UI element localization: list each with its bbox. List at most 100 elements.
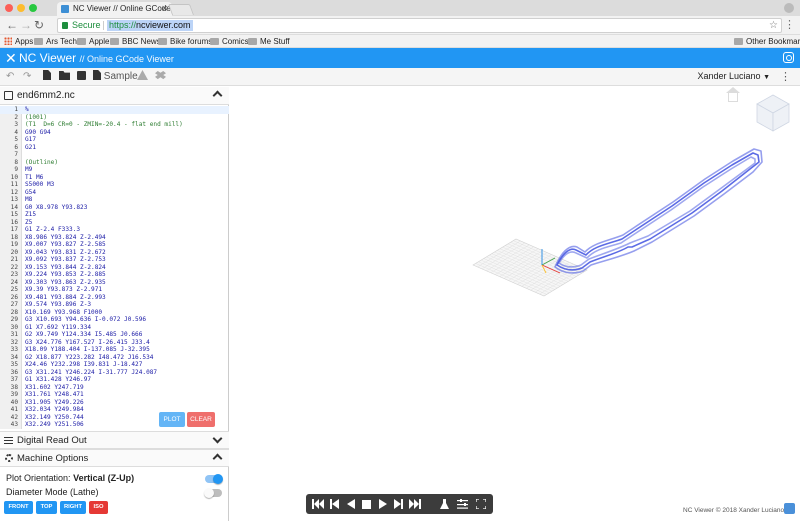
toolpath-viewer[interactable] — [230, 87, 800, 521]
chevron-up-icon[interactable] — [212, 90, 223, 101]
code-line[interactable]: 1% — [0, 106, 229, 114]
bookmark-apple[interactable]: Apple — [77, 35, 109, 48]
bookmark-bike-forums[interactable]: Bike forums — [158, 35, 212, 48]
flask-icon[interactable] — [440, 499, 449, 509]
bookmark-comics[interactable]: Comics — [210, 35, 249, 48]
code-line[interactable]: 15 Z15 — [0, 211, 229, 219]
url-input[interactable]: Secure https://ncviewer.com ☆ — [57, 18, 782, 33]
maximize-window-icon[interactable] — [29, 4, 37, 12]
forward-icon[interactable]: → — [20, 18, 32, 33]
view-iso-button[interactable]: ISO — [89, 501, 108, 514]
code-line[interactable]: 26 X9.481 Y93.884 Z-2.993 — [0, 294, 229, 302]
code-line[interactable]: 12 G54 — [0, 189, 229, 197]
dro-section-header[interactable]: Digital Read Out — [0, 431, 229, 449]
fullscreen-icon[interactable] — [476, 499, 486, 509]
stop-icon[interactable] — [362, 499, 371, 509]
new-file-icon[interactable] — [43, 70, 51, 84]
minimize-window-icon[interactable] — [17, 4, 25, 12]
plot-button[interactable]: PLOT — [159, 412, 185, 427]
code-line[interactable]: 30 G1 X7.692 Y119.334 — [0, 324, 229, 332]
code-line[interactable]: 25 X9.39 Y93.873 Z-2.971 — [0, 286, 229, 294]
step-back-icon[interactable] — [330, 499, 339, 509]
save-icon[interactable] — [77, 70, 86, 84]
bookmark-ars-tech[interactable]: Ars Tech — [34, 35, 77, 48]
code-line[interactable]: 11 S5000 M3 — [0, 181, 229, 189]
code-line[interactable]: 37 G1 X31.428 Y246.97 — [0, 376, 229, 384]
sliders-icon[interactable] — [457, 499, 468, 509]
chevron-down-icon[interactable] — [212, 433, 223, 444]
code-line[interactable]: 14 G0 X8.978 Y93.823 — [0, 204, 229, 212]
bookmark-apps[interactable]: Apps — [4, 35, 33, 48]
undo-icon[interactable]: ↶ — [6, 70, 14, 84]
browser-menu-icon[interactable]: ⋮ — [784, 18, 795, 31]
other-bookmarks[interactable]: Other Bookmarks — [734, 35, 800, 48]
close-tab-icon[interactable]: ✕ — [161, 2, 168, 16]
code-line[interactable]: 28 X10.169 Y93.968 F1000 — [0, 309, 229, 317]
code-line[interactable]: 33 X18.09 Y188.404 I-137.085 J-32.395 — [0, 346, 229, 354]
view-cube-icon[interactable] — [756, 94, 790, 132]
code-line[interactable]: 4 G90 G94 — [0, 129, 229, 137]
skip-to-start-icon[interactable] — [312, 499, 324, 509]
url-text[interactable]: https://ncviewer.com — [107, 20, 193, 31]
code-line[interactable]: 23 X9.224 Y93.853 Z-2.885 — [0, 271, 229, 279]
instagram-icon[interactable] — [783, 52, 794, 63]
code-line[interactable]: 2 (1001) — [0, 114, 229, 122]
skip-to-end-icon[interactable] — [409, 499, 421, 509]
code-line[interactable]: 40 X31.905 Y249.226 — [0, 399, 229, 407]
browser-tab[interactable]: NC Viewer // Online GCode Vie ✕ — [57, 2, 172, 16]
machine-options-header[interactable]: Machine Options — [0, 449, 229, 467]
user-dropdown[interactable]: Xander Luciano ▼ — [697, 71, 770, 81]
view-top-button[interactable]: TOP — [36, 501, 57, 514]
code-line[interactable]: 34 G2 X18.877 Y223.282 I48.472 J16.534 — [0, 354, 229, 362]
file-header[interactable]: end6mm2.nc — [0, 87, 229, 105]
code-line[interactable]: 17 G1 Z-2.4 F333.3 — [0, 226, 229, 234]
diameter-mode-toggle[interactable] — [204, 487, 222, 498]
more-options-icon[interactable]: ⋮ — [780, 70, 791, 83]
chevron-up-icon[interactable] — [212, 453, 223, 464]
bookmark-star-icon[interactable]: ☆ — [769, 19, 778, 32]
code-line[interactable]: 24 X9.303 Y93.863 Z-2.935 — [0, 279, 229, 287]
code-line[interactable]: 10 T1 M6 — [0, 174, 229, 182]
view-right-button[interactable]: RIGHT — [60, 501, 86, 514]
bookmark-bbc-news[interactable]: BBC News — [110, 35, 161, 48]
code-line[interactable]: 21 X9.092 Y93.837 Z-2.753 — [0, 256, 229, 264]
code-line[interactable]: 8 (Outline) — [0, 159, 229, 167]
google-drive-icon[interactable] — [137, 70, 148, 84]
code-line[interactable]: 31 G2 X9.749 Y124.334 I5.485 J0.666 — [0, 331, 229, 339]
code-line[interactable]: 36 G3 X31.241 Y246.224 I-31.777 J24.087 — [0, 369, 229, 377]
code-line[interactable]: 29 G3 X10.693 Y94.636 I-0.072 J0.596 — [0, 316, 229, 324]
dropbox-icon[interactable] — [155, 70, 166, 84]
code-line[interactable]: 18 X8.986 Y93.824 Z-2.494 — [0, 234, 229, 242]
new-tab-button[interactable] — [167, 4, 195, 15]
code-line[interactable]: 7 — [0, 151, 229, 159]
code-line[interactable]: 16 Z5 — [0, 219, 229, 227]
clear-button[interactable]: CLEAR — [187, 412, 215, 427]
code-line[interactable]: 39 X31.761 Y248.471 — [0, 391, 229, 399]
code-line[interactable]: 19 X9.007 Y93.827 Z-2.585 — [0, 241, 229, 249]
gcode-editor[interactable]: 1% 2 (1001) 3 (T1 D=6 CR=0 - ZMIN=-20.4 - fl… — [0, 106, 229, 429]
code-line[interactable]: 20 X9.043 Y93.831 Z-2.672 — [0, 249, 229, 257]
code-line[interactable]: 3 (T1 D=6 CR=0 - ZMIN=-20.4 - flat end mi… — [0, 121, 229, 129]
plot-orientation-toggle[interactable] — [205, 473, 223, 484]
bookmark-me-stuff[interactable]: Me Stuff — [248, 35, 290, 48]
code-line[interactable]: 32 G3 X24.776 Y167.527 I-26.415 J33.4 — [0, 339, 229, 347]
back-icon[interactable]: ← — [6, 18, 18, 33]
code-line[interactable]: 35 X24.46 Y232.298 I39.831 J-18.427 — [0, 361, 229, 369]
sample-button[interactable]: Sample — [93, 70, 138, 84]
code-line[interactable]: 38 X31.602 Y247.719 — [0, 384, 229, 392]
rewind-icon[interactable] — [347, 499, 355, 509]
code-line[interactable]: 5 G17 — [0, 136, 229, 144]
code-line[interactable]: 22 X9.153 Y93.844 Z-2.824 — [0, 264, 229, 272]
redo-icon[interactable]: ↷ — [23, 70, 31, 84]
open-folder-icon[interactable] — [59, 70, 70, 84]
profile-icon[interactable] — [784, 3, 794, 13]
step-forward-icon[interactable] — [394, 499, 403, 509]
code-line[interactable]: 9 M9 — [0, 166, 229, 174]
view-front-button[interactable]: FRONT — [4, 501, 33, 514]
play-icon[interactable] — [379, 499, 387, 509]
code-line[interactable]: 6 G21 — [0, 144, 229, 152]
code-line[interactable]: 27 X9.574 Y93.896 Z-3 — [0, 301, 229, 309]
reload-icon[interactable]: ↻ — [34, 18, 44, 33]
code-line[interactable]: 13 M8 — [0, 196, 229, 204]
close-window-icon[interactable] — [5, 4, 13, 12]
